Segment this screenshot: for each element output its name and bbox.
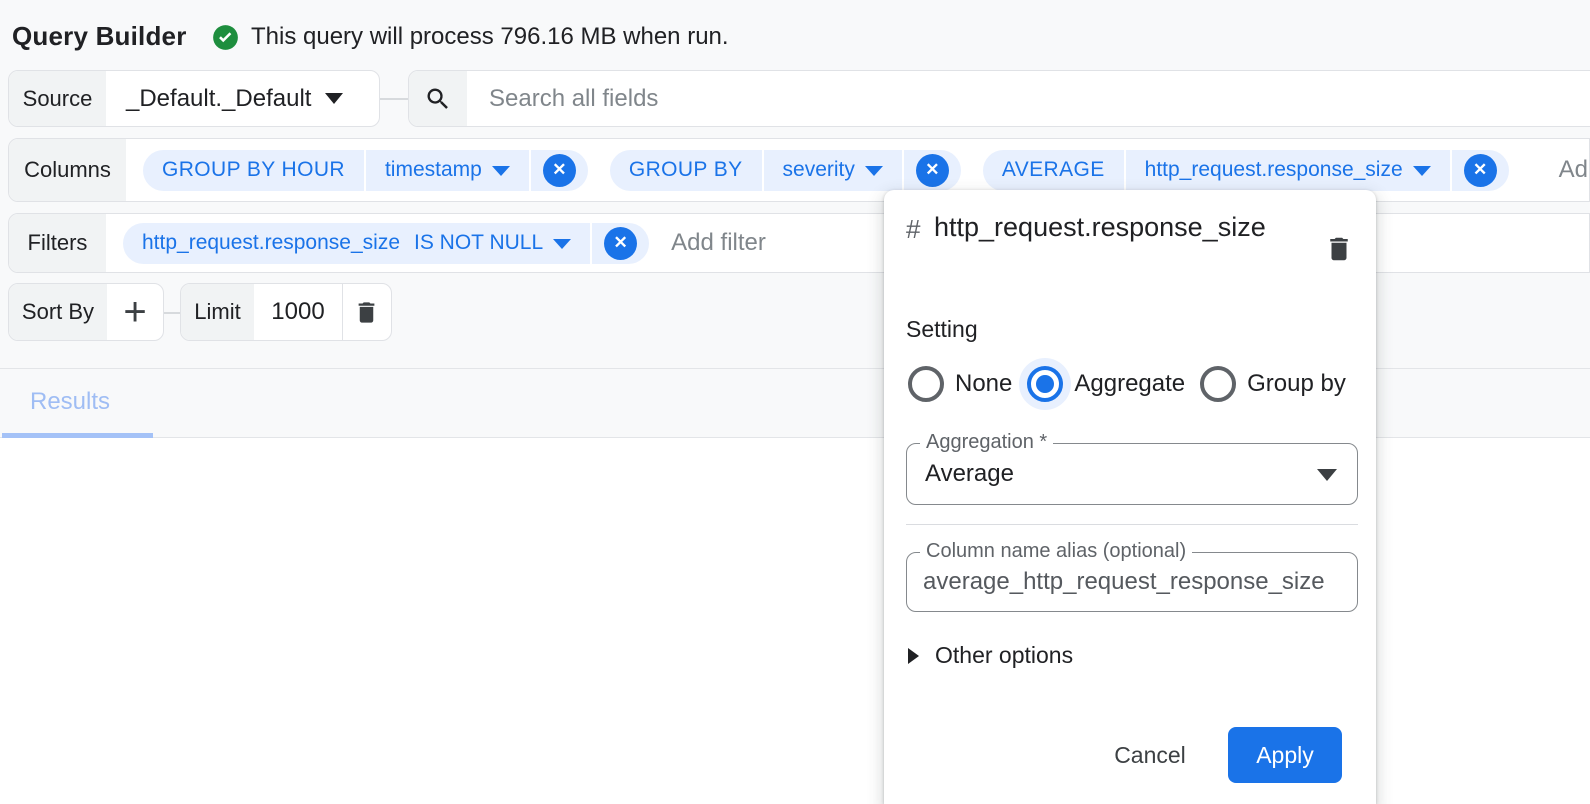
chevron-down-icon <box>1317 469 1337 481</box>
chevron-down-icon <box>865 166 883 176</box>
trash-icon <box>353 299 380 326</box>
setting-radio-group: None Aggregate Group by <box>908 366 1362 402</box>
filter-chip-response-size: http_request.response_sizeIS NOT NULL ✕ <box>123 223 649 264</box>
aggregation-select[interactable]: Aggregation * Average <box>906 443 1358 505</box>
filters-label: Filters <box>9 214 106 272</box>
dialog-field-name: http_request.response_size <box>934 206 1314 249</box>
filter-expression-dropdown[interactable]: http_request.response_sizeIS NOT NULL <box>123 223 590 264</box>
radio-none[interactable] <box>908 366 944 402</box>
numeric-type-icon: # <box>906 214 920 245</box>
connector-dash <box>380 98 408 100</box>
chip-field-dropdown[interactable]: timestamp <box>366 150 529 191</box>
add-column-field[interactable]: Add column <box>1559 156 1590 184</box>
other-options-label: Other options <box>935 642 1073 669</box>
alias-field-box: Column name alias (optional) <box>906 552 1358 612</box>
chip-remove-button[interactable]: ✕ <box>531 150 588 191</box>
search-icon <box>409 71 467 126</box>
cancel-button[interactable]: Cancel <box>1090 730 1210 780</box>
source-value: _Default._Default <box>126 85 311 113</box>
delete-limit-button[interactable] <box>343 284 391 340</box>
chevron-down-icon <box>492 166 510 176</box>
expand-arrow-icon <box>908 648 919 664</box>
setting-heading: Setting <box>906 316 978 343</box>
sort-by-label: Sort By <box>9 284 107 340</box>
search-input[interactable] <box>467 71 1590 126</box>
source-box: Source _Default._Default <box>8 70 380 127</box>
page-title: Query Builder <box>12 21 187 52</box>
chip-remove-button[interactable]: ✕ <box>904 150 961 191</box>
chip-operator[interactable]: GROUP BY HOUR <box>143 150 364 191</box>
add-sort-button[interactable]: + <box>107 284 163 340</box>
close-icon: ✕ <box>916 154 949 187</box>
close-icon: ✕ <box>1464 154 1497 187</box>
radio-aggregate-label[interactable]: Aggregate <box>1074 370 1185 398</box>
limit-input[interactable] <box>254 284 342 340</box>
limit-label: Limit <box>181 284 254 340</box>
chip-operator[interactable]: GROUP BY <box>610 150 762 191</box>
chevron-down-icon <box>1413 166 1431 176</box>
chevron-down-icon <box>325 93 343 104</box>
query-status-message: This query will process 796.16 MB when r… <box>251 23 729 51</box>
source-select[interactable]: _Default._Default <box>106 71 369 126</box>
check-circle-icon <box>212 24 239 51</box>
radio-aggregate[interactable] <box>1027 366 1063 402</box>
sort-by-box: Sort By + <box>8 283 164 341</box>
chip-remove-button[interactable]: ✕ <box>1452 150 1509 191</box>
source-label: Source <box>9 71 106 126</box>
columns-label: Columns <box>9 139 126 201</box>
add-filter-field[interactable]: Add filter <box>671 229 766 257</box>
delete-column-button[interactable] <box>1324 234 1354 264</box>
tab-results[interactable]: Results <box>30 388 110 416</box>
alias-input[interactable] <box>923 554 1353 610</box>
column-chip-timestamp: GROUP BY HOUR timestamp ✕ <box>143 150 588 191</box>
limit-box: Limit <box>180 283 392 341</box>
radio-none-label[interactable]: None <box>955 370 1012 398</box>
chip-remove-button[interactable]: ✕ <box>592 223 649 264</box>
chip-field-dropdown[interactable]: severity <box>764 150 902 191</box>
other-options-expander[interactable]: Other options <box>908 642 1073 669</box>
radio-group-by-label[interactable]: Group by <box>1247 370 1346 398</box>
apply-button[interactable]: Apply <box>1228 727 1342 783</box>
connector-dash <box>164 312 180 314</box>
column-settings-dialog: # http_request.response_size Setting Non… <box>884 190 1376 804</box>
close-icon: ✕ <box>604 227 637 260</box>
divider <box>906 524 1358 525</box>
chevron-down-icon <box>553 239 571 249</box>
column-chip-severity: GROUP BY severity ✕ <box>610 150 961 191</box>
search-box <box>408 70 1590 127</box>
tab-active-underline <box>2 433 153 438</box>
trash-icon <box>1324 234 1354 264</box>
chip-field-dropdown[interactable]: http_request.response_size <box>1126 150 1450 191</box>
column-chip-response-size: AVERAGE http_request.response_size ✕ <box>983 150 1509 191</box>
close-icon: ✕ <box>543 154 576 187</box>
radio-group-by[interactable] <box>1200 366 1236 402</box>
aggregation-value: Average <box>925 444 1014 504</box>
plus-icon: + <box>123 290 146 335</box>
chip-operator[interactable]: AVERAGE <box>983 150 1124 191</box>
